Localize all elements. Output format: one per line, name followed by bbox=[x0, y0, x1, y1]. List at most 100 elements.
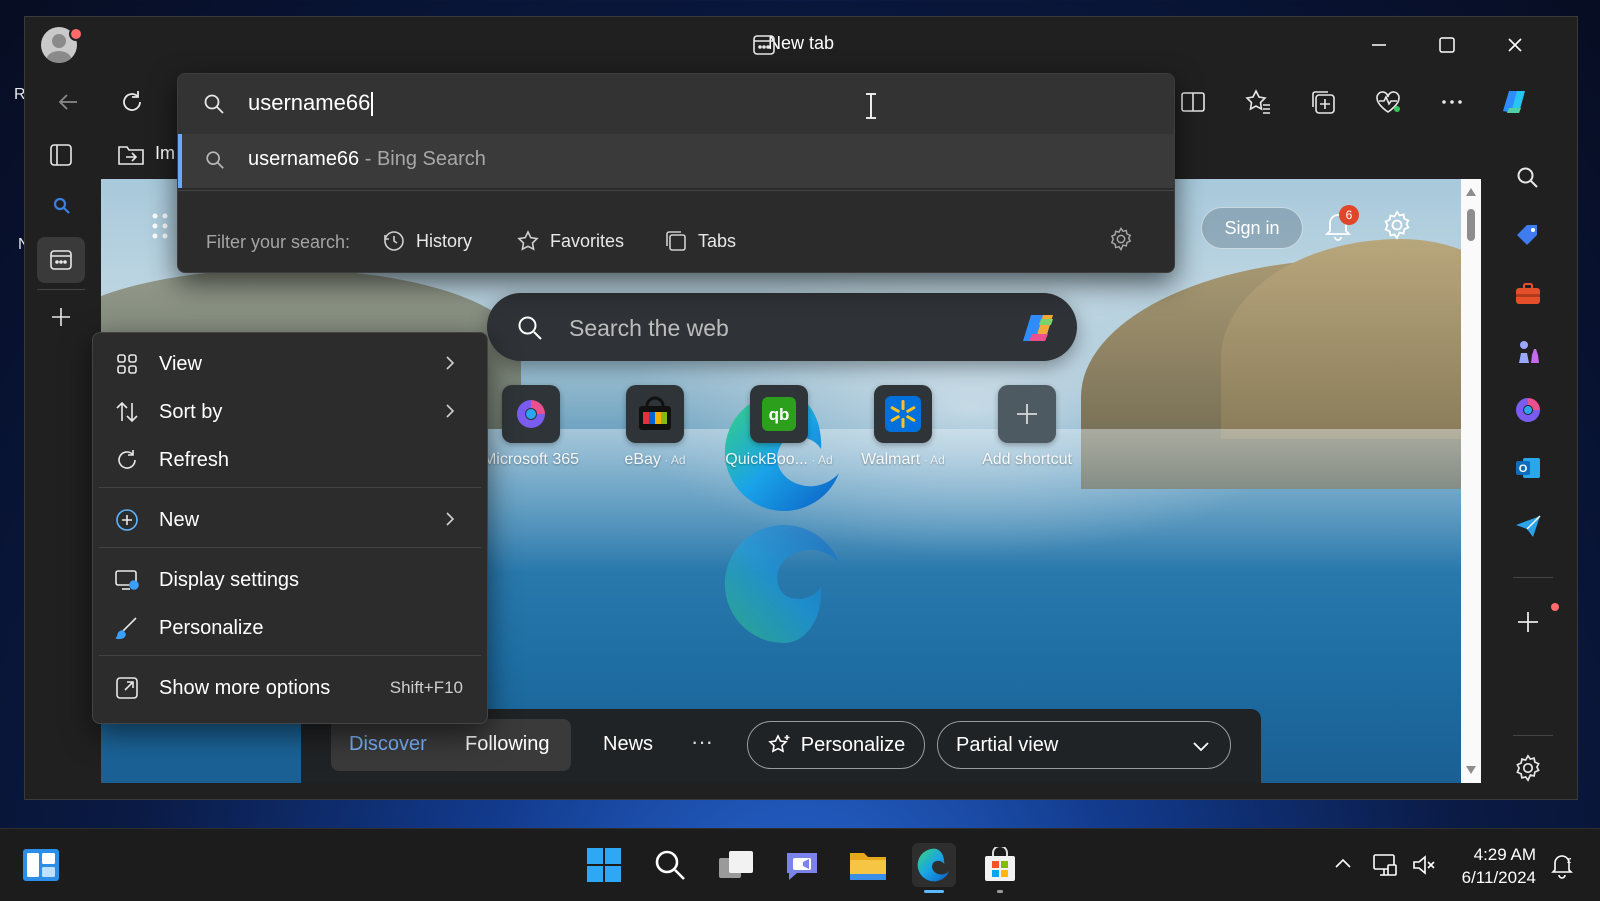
microsoft-365-icon[interactable] bbox=[1513, 395, 1543, 425]
menu-item-new[interactable]: New bbox=[99, 497, 481, 543]
view-dropdown[interactable]: Partial view bbox=[937, 721, 1231, 769]
favorites-star-icon[interactable] bbox=[1243, 87, 1273, 117]
menu-item-display-settings[interactable]: Display settings bbox=[99, 557, 481, 603]
plus-icon bbox=[998, 385, 1056, 443]
sidebar-search-icon[interactable] bbox=[1513, 163, 1543, 193]
microsoft-store-icon[interactable] bbox=[978, 843, 1022, 893]
filter-tabs[interactable]: Tabs bbox=[664, 224, 736, 258]
shortcut-label: QuickBoo... bbox=[725, 451, 808, 468]
scrollbar[interactable] bbox=[1461, 179, 1481, 783]
page-settings-gear-icon[interactable] bbox=[1381, 209, 1413, 241]
ad-label: · Ad bbox=[660, 453, 686, 467]
sidebar-settings-gear-icon[interactable] bbox=[1513, 753, 1543, 783]
svg-text:z: z bbox=[1567, 855, 1572, 865]
close-button[interactable] bbox=[1503, 33, 1527, 57]
search-settings-gear-icon[interactable] bbox=[1108, 226, 1134, 252]
tab-discover[interactable]: Discover bbox=[349, 733, 427, 756]
keyboard-shortcut: Shift+F10 bbox=[389, 678, 463, 697]
star-icon bbox=[516, 229, 540, 253]
collections-icon[interactable] bbox=[1308, 87, 1338, 117]
volume-muted-icon[interactable] bbox=[1410, 851, 1438, 879]
add-shortcut-button[interactable]: Add shortcut bbox=[967, 385, 1087, 469]
search-suggestion[interactable]: username66 - Bing Search bbox=[178, 134, 1174, 188]
favorites-bar-item[interactable]: Im bbox=[155, 143, 175, 164]
address-input-value: username66 bbox=[248, 90, 371, 115]
menu-item-view[interactable]: View bbox=[99, 341, 481, 387]
refresh-icon bbox=[113, 446, 141, 474]
personalize-button[interactable]: Personalize bbox=[747, 721, 925, 769]
view-grid-icon bbox=[113, 350, 141, 378]
filter-tabs-label: Tabs bbox=[698, 230, 737, 251]
system-clock[interactable]: 4:29 AM 6/11/2024 bbox=[1440, 843, 1536, 889]
vertical-tab-active[interactable] bbox=[37, 237, 85, 283]
task-view-icon[interactable] bbox=[714, 843, 758, 887]
outlook-icon[interactable]: O bbox=[1513, 453, 1543, 483]
sign-in-button[interactable]: Sign in bbox=[1201, 207, 1303, 249]
menu-item-refresh[interactable]: Refresh bbox=[99, 437, 481, 483]
tools-briefcase-icon[interactable] bbox=[1513, 279, 1543, 309]
feed-segmented-control: Discover Following bbox=[331, 719, 571, 771]
start-button[interactable] bbox=[582, 843, 626, 887]
text-cursor-icon bbox=[864, 92, 878, 120]
address-input[interactable]: username66 bbox=[248, 90, 374, 117]
tab-news[interactable]: News bbox=[603, 733, 653, 756]
import-favorites-icon[interactable] bbox=[117, 141, 145, 167]
minimize-button[interactable] bbox=[1367, 33, 1391, 57]
menu-item-sort-by[interactable]: Sort by bbox=[99, 389, 481, 435]
send-telegram-icon[interactable] bbox=[1513, 511, 1543, 541]
copilot-icon[interactable] bbox=[1017, 307, 1061, 347]
file-explorer-icon[interactable] bbox=[846, 843, 890, 887]
divider bbox=[1513, 577, 1553, 578]
apps-grid-icon[interactable] bbox=[151, 211, 171, 241]
scroll-down-arrow-icon[interactable] bbox=[1465, 765, 1477, 775]
tab-title[interactable]: New tab bbox=[25, 33, 1577, 54]
chevron-up-icon[interactable] bbox=[1332, 853, 1354, 875]
shortcut-label: Microsoft 365 bbox=[482, 451, 580, 468]
teams-chat-icon[interactable] bbox=[780, 843, 824, 887]
add-sidebar-app-icon[interactable] bbox=[1513, 607, 1543, 637]
walmart-icon bbox=[874, 385, 932, 443]
tab-following[interactable]: Following bbox=[465, 733, 549, 756]
shortcut-tile[interactable]: qb QuickBoo... · Ad bbox=[719, 385, 839, 469]
network-icon[interactable] bbox=[1370, 851, 1398, 879]
taskbar-edge-icon[interactable] bbox=[912, 843, 956, 893]
new-tab-plus-icon[interactable] bbox=[49, 305, 73, 329]
address-bar[interactable]: username66 bbox=[178, 74, 1174, 134]
more-options-icon[interactable] bbox=[1437, 87, 1467, 117]
tab-actions-icon[interactable] bbox=[47, 141, 75, 169]
notification-count-badge: 6 bbox=[1339, 205, 1359, 225]
text-caret bbox=[371, 92, 374, 117]
maximize-button[interactable] bbox=[1435, 33, 1459, 57]
search-tab-icon[interactable] bbox=[51, 195, 73, 217]
menu-item-personalize[interactable]: Personalize bbox=[99, 605, 481, 651]
chevron-down-icon bbox=[1190, 735, 1212, 757]
shortcut-tile[interactable]: eBay · Ad bbox=[595, 385, 715, 469]
widgets-icon[interactable] bbox=[22, 847, 60, 883]
divider bbox=[99, 487, 481, 488]
copilot-icon[interactable] bbox=[1495, 83, 1533, 121]
menu-item-label: Display settings bbox=[159, 568, 300, 591]
address-bar-dropdown: username66 username66 - Bing Search Filt… bbox=[177, 73, 1175, 273]
scroll-up-arrow-icon[interactable] bbox=[1465, 187, 1477, 197]
shortcut-tile[interactable]: Walmart · Ad bbox=[843, 385, 963, 469]
split-screen-icon[interactable] bbox=[1178, 87, 1208, 117]
notification-dot bbox=[1551, 603, 1559, 611]
games-chess-icon[interactable] bbox=[1513, 337, 1543, 367]
browser-essentials-icon[interactable] bbox=[1373, 87, 1403, 117]
chevron-right-icon bbox=[441, 510, 459, 528]
chevron-right-icon bbox=[441, 402, 459, 420]
filter-history[interactable]: History bbox=[382, 224, 472, 258]
feed-more-button[interactable]: ··· bbox=[691, 729, 713, 755]
scroll-thumb[interactable] bbox=[1467, 209, 1475, 241]
refresh-icon[interactable] bbox=[117, 87, 147, 117]
web-search-box[interactable]: Search the web bbox=[487, 293, 1077, 361]
back-icon[interactable] bbox=[53, 87, 83, 117]
shopping-tag-icon[interactable] bbox=[1513, 221, 1543, 251]
taskbar-search-icon[interactable] bbox=[648, 843, 692, 887]
shortcut-tile[interactable]: Microsoft 365 bbox=[471, 385, 591, 469]
svg-text:qb: qb bbox=[769, 405, 790, 424]
notification-center-icon[interactable]: z bbox=[1548, 851, 1576, 879]
filter-favorites[interactable]: Favorites bbox=[516, 224, 624, 258]
menu-item-label: Personalize bbox=[159, 616, 264, 639]
menu-item-show-more-options[interactable]: Show more options Shift+F10 bbox=[99, 665, 481, 711]
